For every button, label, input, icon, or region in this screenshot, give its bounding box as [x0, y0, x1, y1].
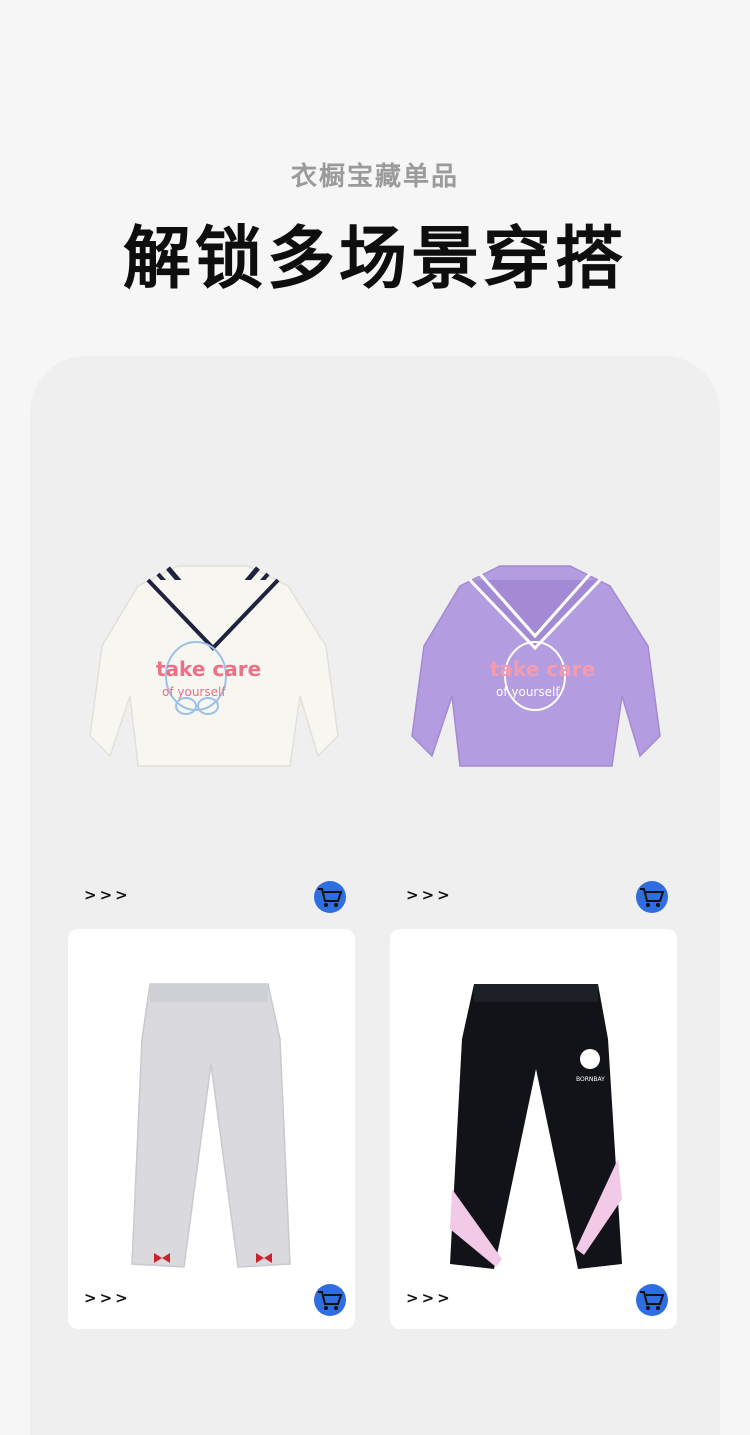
- product-card-grey-pants[interactable]: >>>: [68, 929, 355, 1329]
- section-title: 解锁多场景穿搭: [122, 220, 627, 299]
- purple-sweatshirt-print-line1: take care: [490, 657, 595, 681]
- white-sweatshirt-print-line1: take care: [156, 657, 261, 681]
- white-sweatshirt-print-line2: of yourself: [162, 685, 226, 699]
- cart-icon: [318, 1291, 343, 1310]
- white-sweatshirt-image[interactable]: take care of yourself: [68, 526, 355, 886]
- product-panel: take care of yourself >>> take care of y…: [30, 356, 720, 1435]
- product-card-white-sweatshirt[interactable]: take care of yourself >>>: [68, 526, 355, 926]
- product-card-purple-sweatshirt[interactable]: take care of yourself >>>: [390, 526, 677, 926]
- add-to-cart-button[interactable]: [636, 1284, 668, 1316]
- more-link[interactable]: >>>: [84, 886, 131, 904]
- cart-icon: [318, 888, 343, 907]
- cart-icon: [640, 1291, 665, 1310]
- black-pants-label: BORNBAY: [576, 1076, 605, 1083]
- add-to-cart-button[interactable]: [314, 1284, 346, 1316]
- product-card-black-pants[interactable]: BORNBAY >>>: [390, 929, 677, 1329]
- grey-pants-image[interactable]: [68, 929, 355, 1289]
- section-subtitle: 衣橱宝藏单品: [290, 162, 459, 192]
- more-link[interactable]: >>>: [84, 1289, 131, 1307]
- black-pants-image[interactable]: BORNBAY: [390, 929, 677, 1289]
- cart-icon: [640, 888, 665, 907]
- more-link[interactable]: >>>: [406, 886, 453, 904]
- purple-sweatshirt-print-line2: of yourself: [496, 685, 560, 699]
- add-to-cart-button[interactable]: [636, 881, 668, 913]
- add-to-cart-button[interactable]: [314, 881, 346, 913]
- purple-sweatshirt-image[interactable]: take care of yourself: [390, 526, 677, 886]
- more-link[interactable]: >>>: [406, 1289, 453, 1307]
